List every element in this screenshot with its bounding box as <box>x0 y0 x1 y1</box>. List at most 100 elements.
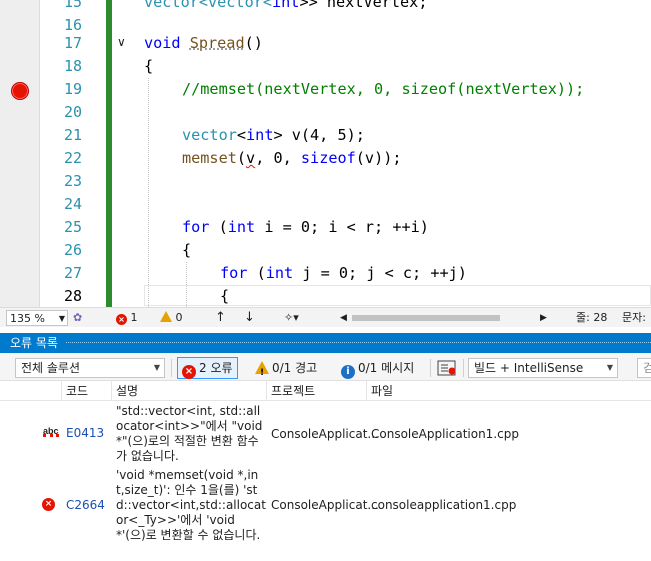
error-count-indicator[interactable]: × 1 <box>116 310 138 326</box>
line-number-gutter: 15 16 17 18 19 20 21 22 23 24 25 26 27 2… <box>40 0 106 307</box>
panel-title: 오류 목록 <box>10 336 58 350</box>
error-code[interactable]: C2664 <box>66 498 105 513</box>
code-token: ( <box>247 264 266 282</box>
code-token: int <box>227 218 256 236</box>
line-number: 23 <box>63 172 82 190</box>
toolbar-separator <box>430 359 431 377</box>
code-token: > v(4, 5); <box>273 126 365 144</box>
error-icon: × <box>116 314 127 325</box>
filter-list-button[interactable] <box>435 357 459 379</box>
table-row[interactable]: abc E0413 "std::vector<int, std::allocat… <box>0 402 651 468</box>
code-token: >> nextVertex; <box>299 0 428 11</box>
warnings-filter-button[interactable]: ! 0/1 경고 <box>250 357 322 379</box>
error-squiggle-token[interactable]: v <box>246 149 255 167</box>
column-header-file[interactable]: 파일 <box>366 381 651 401</box>
code-token: for <box>220 264 248 282</box>
zoom-value: 135 % <box>10 312 45 325</box>
code-line-26: { <box>182 241 192 259</box>
error-list-title-bar[interactable]: 오류 목록 <box>0 333 651 353</box>
code-token: , 0, <box>255 149 301 167</box>
line-number: 25 <box>63 218 82 236</box>
error-description: "std::vector<int, std::allocator<int>>"에… <box>116 404 263 463</box>
line-number: 20 <box>63 103 82 121</box>
column-header-description[interactable]: 설명 <box>111 381 266 401</box>
code-area[interactable]: vector<vector<int>> nextVertex; void Spr… <box>144 0 651 307</box>
code-token: ( <box>209 218 228 236</box>
line-number: 17 <box>63 34 82 52</box>
collapse-chevron-icon[interactable]: ∨ <box>117 36 129 48</box>
error-file: consoleapplication1.cpp <box>371 498 517 512</box>
error-list-toolbar: 전체 솔루션 ▼ × 2 오류 ! 0/1 경고 i 0/1 메시지 빌드 + Int… <box>0 353 651 381</box>
code-token: j = 0; j < c; ++j) <box>293 264 467 282</box>
messages-filter-button[interactable]: i 0/1 메시지 <box>336 357 419 379</box>
line-number: 24 <box>63 195 82 213</box>
code-token: int <box>272 0 300 11</box>
code-token: vector <box>182 126 237 144</box>
scope-dropdown[interactable]: 전체 솔루션 ▼ <box>15 358 165 378</box>
code-line-19: //memset(nextVertex, 0, sizeof(nextVerte… <box>182 80 585 98</box>
errors-filter-label: 2 오류 <box>199 361 233 375</box>
editor-status-bar: 135 % ▼ ✿ × 1 0 ↑ ↓ ✧▾ ◀ ▶ 줄: 28 문자: <box>0 307 651 327</box>
column-header-project[interactable]: 프로젝트 <box>266 381 366 401</box>
brush-icon[interactable]: ✧▾ <box>284 310 299 326</box>
code-line-28: { <box>220 287 230 305</box>
line-number: 21 <box>63 126 82 144</box>
code-token: () <box>244 34 263 52</box>
code-token: sizeof <box>300 149 356 167</box>
error-description: 'void *memset(void *,int,size_t)': 인수 1을… <box>116 468 266 542</box>
error-project: ConsoleApplicat... <box>271 498 379 512</box>
errors-filter-button[interactable]: × 2 오류 <box>177 357 238 379</box>
line-number: 26 <box>63 241 82 259</box>
code-token: (v)); <box>355 149 402 167</box>
line-indicator: 줄: 28 <box>576 311 608 324</box>
code-token: Spread <box>189 34 245 52</box>
change-tracking-bar <box>106 0 112 307</box>
arrow-down-icon[interactable]: ↓ <box>244 310 255 326</box>
filter-list-icon <box>437 360 456 376</box>
code-token: void <box>144 34 181 52</box>
warning-icon: ! <box>255 361 269 378</box>
warning-count-indicator[interactable]: 0 <box>160 310 183 326</box>
title-bar-grip <box>66 342 651 343</box>
zoom-dropdown[interactable]: 135 % ▼ <box>6 310 68 326</box>
error-list-header: 코드 설명 프로젝트 파일 <box>0 381 651 401</box>
line-number: 19 <box>63 80 82 98</box>
code-token: int <box>246 126 274 144</box>
search-input[interactable]: 검 <box>637 358 651 378</box>
error-code[interactable]: E0413 <box>66 426 104 441</box>
build-source-value: 빌드 + IntelliSense <box>474 361 584 375</box>
chevron-down-icon: ▼ <box>153 363 160 372</box>
toolbar-separator <box>463 359 464 377</box>
code-token: for <box>182 218 210 236</box>
error-icon: × <box>182 365 196 379</box>
code-line-18: { <box>144 57 154 75</box>
code-token: int <box>265 264 294 282</box>
code-line-21: vector<int> v(4, 5); <box>182 124 365 147</box>
code-line-15: vector<vector<int>> nextVertex; <box>144 0 427 14</box>
code-editor[interactable]: 15 16 17 18 19 20 21 22 23 24 25 26 27 2… <box>0 0 651 307</box>
info-icon: i <box>341 365 355 379</box>
table-row[interactable]: × C2664 'void *memset(void *,int,size_t)… <box>0 467 651 547</box>
scrollbar-thumb[interactable] <box>352 315 500 321</box>
horizontal-scrollbar[interactable] <box>340 312 550 324</box>
code-line-25: for (int i = 0; i < r; ++i) <box>182 216 429 239</box>
line-number: 27 <box>63 264 82 282</box>
warnings-filter-label: 0/1 경고 <box>272 361 318 375</box>
line-number: 22 <box>63 149 82 167</box>
chevron-down-icon: ▼ <box>606 363 613 372</box>
chevron-down-icon: ▼ <box>58 314 65 323</box>
code-token: < <box>236 126 247 144</box>
error-project: ConsoleApplicat... <box>271 427 379 441</box>
messages-filter-label: 0/1 메시지 <box>358 361 415 375</box>
column-indicator: 문자: <box>622 311 646 324</box>
scroll-right-icon[interactable]: ▶ <box>540 310 547 326</box>
intellisense-error-icon: abc <box>43 426 59 437</box>
health-icon[interactable]: ✿ <box>73 310 82 326</box>
error-icon: × <box>42 498 55 511</box>
arrow-up-icon[interactable]: ↑ <box>215 310 226 326</box>
build-source-dropdown[interactable]: 빌드 + IntelliSense ▼ <box>468 358 618 378</box>
column-header-code[interactable]: 코드 <box>61 381 111 401</box>
scope-value: 전체 솔루션 <box>21 361 81 375</box>
error-count: 1 <box>130 311 138 324</box>
warning-count: 0 <box>175 311 183 324</box>
